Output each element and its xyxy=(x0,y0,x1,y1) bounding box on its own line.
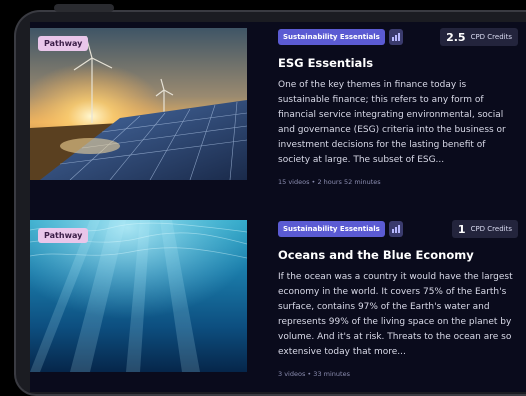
pathway-badge: Pathway xyxy=(38,36,89,51)
cpd-value: 2.5 xyxy=(446,30,466,44)
cpd-label: CPD Credits xyxy=(470,33,512,41)
course-list: Pathway Sustainability Essentials 2.5 CP… xyxy=(30,22,526,392)
category-tag[interactable]: Sustainability Essentials xyxy=(278,221,385,237)
course-meta: 3 videos • 33 minutes xyxy=(278,370,350,378)
course-thumbnail[interactable]: Pathway xyxy=(30,220,247,372)
course-thumbnail[interactable]: Pathway xyxy=(30,28,247,180)
level-bars-icon xyxy=(388,221,403,237)
pathway-badge: Pathway xyxy=(38,228,89,243)
cpd-credits-badge: 1 CPD Credits xyxy=(451,220,518,238)
level-bars-icon xyxy=(388,29,403,45)
course-title[interactable]: Oceans and the Blue Economy xyxy=(278,248,518,262)
cpd-value: 1 xyxy=(457,222,466,236)
cpd-credits-badge: 2.5 CPD Credits xyxy=(440,28,518,46)
course-meta: 15 videos • 2 hours 52 minutes xyxy=(278,178,381,186)
course-card[interactable]: Pathway Sustainability Essentials 1 CPD … xyxy=(30,220,526,392)
category-tag[interactable]: Sustainability Essentials xyxy=(278,29,385,45)
course-card[interactable]: Pathway Sustainability Essentials 2.5 CP… xyxy=(30,28,526,208)
course-description: If the ocean was a country it would have… xyxy=(278,272,513,357)
tablet-camera xyxy=(54,4,114,12)
course-title[interactable]: ESG Essentials xyxy=(278,56,518,70)
cpd-label: CPD Credits xyxy=(470,225,512,233)
course-description: One of the key themes in finance today i… xyxy=(278,80,506,165)
